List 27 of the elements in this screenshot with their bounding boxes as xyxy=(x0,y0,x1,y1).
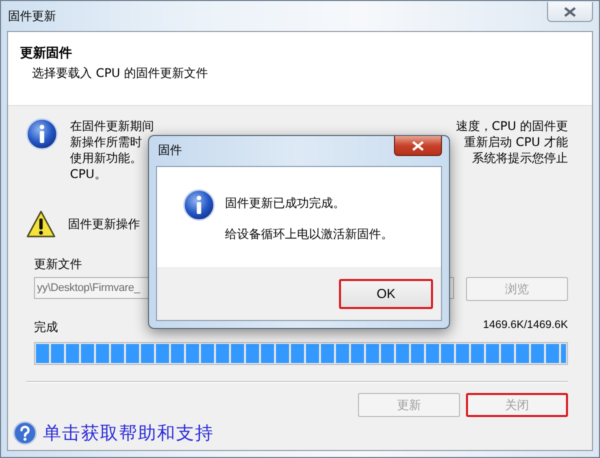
info-text: 新操作所需时 xyxy=(70,134,142,150)
window-title: 固件更新 xyxy=(7,8,56,24)
field-label: 更新文件 xyxy=(33,256,83,273)
info-text: 使用新功能。 xyxy=(70,150,142,166)
help-icon xyxy=(13,421,37,445)
dialog-message: 给设备循环上电以激活新固件。 xyxy=(225,226,393,243)
warning-text: 固件更新操作 xyxy=(68,216,140,232)
ok-button[interactable]: OK xyxy=(339,278,433,308)
info-text: 速度，CPU 的固件更 xyxy=(456,118,568,134)
info-text: CPU。 xyxy=(70,166,106,182)
close-icon xyxy=(564,6,576,16)
dialog-message: 固件更新已成功完成。 xyxy=(225,195,346,212)
progress-reading: 1469.6K/1469.6K xyxy=(482,319,568,333)
close-icon xyxy=(412,140,424,150)
info-text: 在固件更新期间 xyxy=(70,118,154,134)
info-text: 重新启动 CPU 才能 xyxy=(464,134,568,150)
dialog-title: 固件 xyxy=(157,142,182,159)
info-text: 系统将提示您停止 xyxy=(472,150,568,166)
header-title: 更新固件 xyxy=(20,44,73,62)
dialog-close-button[interactable] xyxy=(394,136,442,156)
info-icon xyxy=(183,189,215,221)
header-subtitle: 选择要载入 CPU 的固件更新文件 xyxy=(31,65,210,82)
progress-label: 完成 xyxy=(34,319,58,336)
info-icon xyxy=(26,118,58,150)
close-button[interactable] xyxy=(547,2,593,22)
help-link[interactable]: 单击获取帮助和支持 xyxy=(43,421,214,445)
warning-icon xyxy=(26,210,56,238)
